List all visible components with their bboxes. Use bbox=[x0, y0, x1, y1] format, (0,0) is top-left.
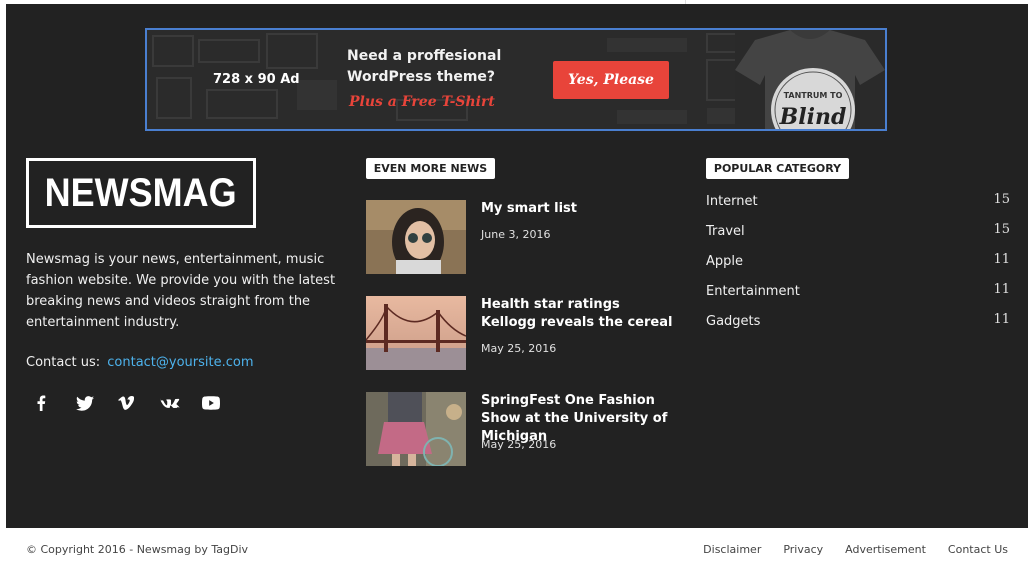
tshirt-label: TANTRUM TO bbox=[784, 91, 843, 100]
tshirt-image: TANTRUM TO Blind bbox=[735, 30, 885, 129]
ad-headline: Need a proffesional bbox=[347, 48, 502, 64]
news-title[interactable]: My smart list bbox=[481, 200, 676, 218]
news-item[interactable]: My smart list June 3, 2016 bbox=[366, 200, 676, 276]
news-thumbnail[interactable] bbox=[366, 392, 466, 466]
social-icons bbox=[26, 392, 236, 414]
footer-logo[interactable]: NEWSMAG bbox=[26, 158, 256, 228]
copyright-text: © Copyright 2016 - Newsmag by TagDiv bbox=[26, 543, 249, 556]
facebook-icon[interactable] bbox=[26, 392, 68, 414]
category-item-entertainment[interactable]: Entertainment 11 bbox=[706, 282, 1010, 312]
category-count: 15 bbox=[993, 192, 1010, 207]
ad-size-label: 728 x 90 Ad bbox=[213, 72, 300, 87]
vimeo-icon[interactable] bbox=[110, 392, 152, 414]
twitter-icon[interactable] bbox=[68, 392, 110, 414]
contact-label: Contact us: bbox=[26, 355, 101, 370]
category-count: 11 bbox=[993, 252, 1010, 267]
ad-subheadline: WordPress theme? bbox=[347, 69, 496, 85]
about-description: Newsmag is your news, entertainment, mus… bbox=[26, 252, 336, 330]
category-item-apple[interactable]: Apple 11 bbox=[706, 252, 1010, 282]
news-title[interactable]: Health star ratings Kellogg reveals the … bbox=[481, 296, 676, 332]
category-count: 15 bbox=[993, 222, 1010, 237]
footer-link-disclaimer[interactable]: Disclaimer bbox=[703, 543, 761, 556]
news-date: May 25, 2016 bbox=[481, 438, 557, 451]
contact-email-link[interactable]: contact@yoursite.com bbox=[107, 355, 253, 370]
ad-banner[interactable]: 728 x 90 Ad Need a proffesional WordPres… bbox=[145, 28, 887, 131]
category-list: Internet 15 Travel 15 Apple 11 Entertain… bbox=[706, 192, 1010, 342]
news-date: June 3, 2016 bbox=[481, 228, 551, 241]
youtube-icon[interactable] bbox=[194, 392, 236, 414]
footer-menu: Disclaimer Privacy Advertisement Contact… bbox=[681, 543, 1008, 556]
logo-text: NEWSMAG bbox=[44, 170, 237, 215]
category-name: Gadgets bbox=[706, 314, 761, 329]
ad-cta-button[interactable]: Yes, Please bbox=[553, 61, 669, 99]
tshirt-script: Blind bbox=[779, 104, 847, 129]
category-count: 11 bbox=[993, 282, 1010, 297]
ad-promo-text: Plus a Free T-Shirt bbox=[349, 94, 495, 110]
footer-link-advertisement[interactable]: Advertisement bbox=[845, 543, 926, 556]
news-item[interactable]: Health star ratings Kellogg reveals the … bbox=[366, 296, 676, 372]
category-name: Travel bbox=[706, 224, 745, 239]
category-name: Internet bbox=[706, 194, 758, 209]
vk-icon[interactable] bbox=[152, 392, 194, 414]
news-item[interactable]: SpringFest One Fashion Show at the Unive… bbox=[366, 392, 676, 468]
category-name: Entertainment bbox=[706, 284, 800, 299]
category-item-travel[interactable]: Travel 15 bbox=[706, 222, 1010, 252]
footer-link-privacy[interactable]: Privacy bbox=[783, 543, 823, 556]
news-thumbnail[interactable] bbox=[366, 296, 466, 370]
news-date: May 25, 2016 bbox=[481, 342, 557, 355]
category-item-internet[interactable]: Internet 15 bbox=[706, 192, 1010, 222]
category-count: 11 bbox=[993, 312, 1010, 327]
popular-category-title: POPULAR CATEGORY bbox=[706, 158, 849, 179]
category-name: Apple bbox=[706, 254, 744, 269]
contact-line: Contact us: contact@yoursite.com bbox=[26, 355, 254, 370]
footer-link-contact-us[interactable]: Contact Us bbox=[948, 543, 1008, 556]
news-thumbnail[interactable] bbox=[366, 200, 466, 274]
category-item-gadgets[interactable]: Gadgets 11 bbox=[706, 312, 1010, 342]
even-more-news-title: EVEN MORE NEWS bbox=[366, 158, 495, 179]
sub-footer: © Copyright 2016 - Newsmag by TagDiv Dis… bbox=[6, 528, 1028, 570]
